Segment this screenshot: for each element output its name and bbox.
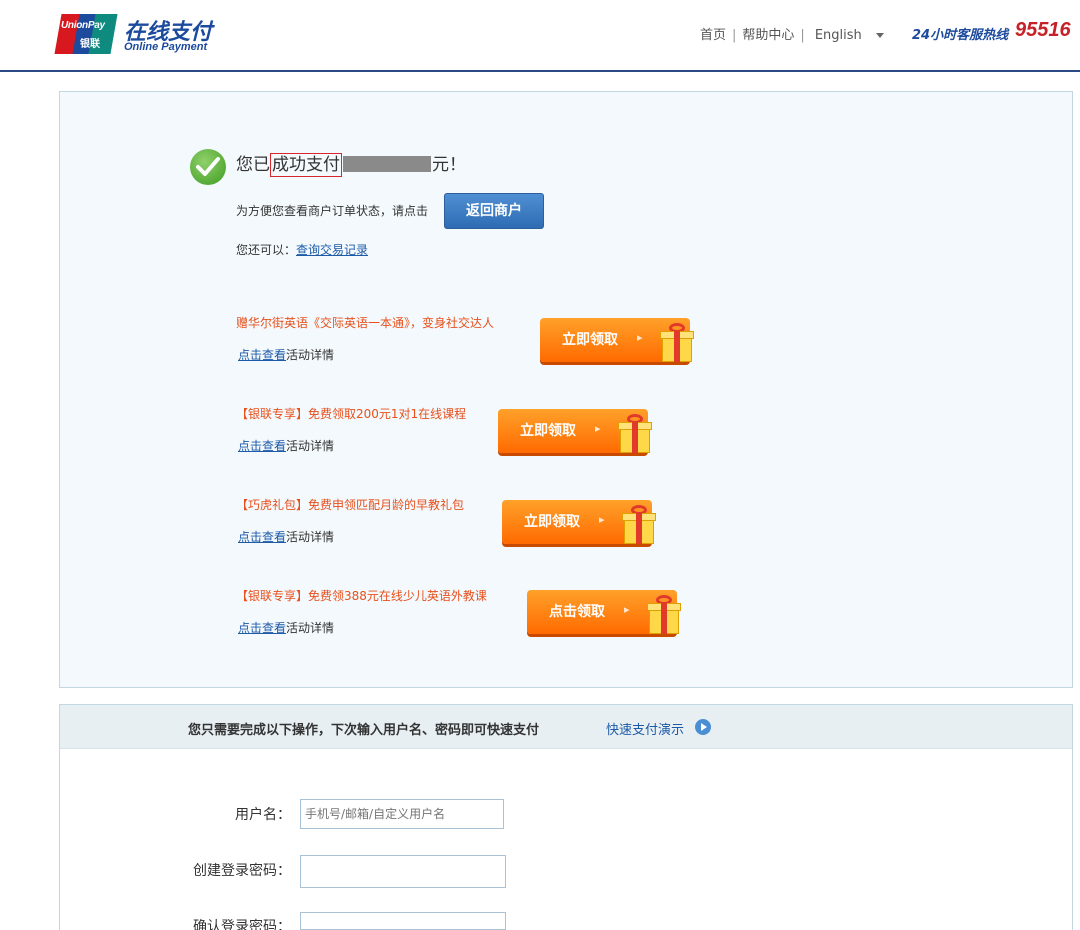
- promo-detail-text: 活动详情: [286, 530, 335, 544]
- redacted-amount: [343, 156, 431, 172]
- promo-claim-label: 立即领取: [520, 423, 576, 439]
- logo-en-text: UnionPay: [61, 20, 105, 31]
- promo-claim-label: 点击领取: [549, 604, 605, 620]
- language-selector[interactable]: English: [815, 28, 884, 43]
- promo-claim-button[interactable]: 立即领取 ▸: [540, 318, 694, 362]
- success-check-icon: [190, 149, 226, 185]
- promo-view-link[interactable]: 点击查看: [238, 530, 286, 544]
- hotline-label: 24小时客服热线: [912, 28, 1009, 43]
- site-header: UnionPay 银联 在线支付 Online Payment 首页 | 帮助中心 |…: [0, 0, 1080, 72]
- promo-claim-button[interactable]: 立即领取 ▸: [502, 500, 656, 544]
- arrow-right-icon: ▸: [599, 513, 605, 526]
- promo-title: 【银联专享】免费领取200元1对1在线课程: [236, 407, 467, 421]
- promo-detail: 点击查看活动详情: [238, 619, 334, 636]
- promo-view-link[interactable]: 点击查看: [238, 621, 286, 635]
- username-input[interactable]: [300, 799, 504, 829]
- promo-detail: 点击查看活动详情: [238, 437, 334, 454]
- promo-detail-text: 活动详情: [286, 439, 335, 453]
- promo-detail-text: 活动详情: [286, 621, 335, 635]
- nav-separator: |: [800, 28, 805, 43]
- success-prefix: 您已: [236, 155, 270, 175]
- play-icon[interactable]: [695, 719, 711, 735]
- return-hint: 为方便您查看商户订单状态，请点击: [236, 204, 429, 218]
- quickpay-header: 您只需要完成以下操作，下次输入用户名、密码即可快速支付 快速支付演示: [60, 705, 1072, 749]
- nav-separator: |: [732, 28, 737, 43]
- also-actions: 您还可以：查询交易记录: [236, 241, 368, 258]
- payment-success-message: 您已 成功支付 元！: [236, 150, 466, 177]
- top-nav: 首页 | 帮助中心 | English: [700, 24, 884, 43]
- site-subtitle: Online Payment: [124, 41, 208, 53]
- promo-title: 【巧虎礼包】免费申领匹配月龄的早教礼包: [236, 498, 465, 512]
- promo-title: 赠华尔街英语《交际英语一本通》，变身社交达人: [236, 316, 495, 330]
- return-to-merchant-button[interactable]: 返回商户: [444, 193, 544, 229]
- gift-icon: [647, 594, 681, 634]
- promo-claim-button[interactable]: 点击领取 ▸: [527, 590, 681, 634]
- create-password-input[interactable]: [300, 855, 506, 888]
- promo-detail-text: 活动详情: [286, 348, 335, 362]
- language-label: English: [814, 28, 862, 43]
- success-highlight: 成功支付: [270, 153, 342, 177]
- nav-home-link[interactable]: 首页: [700, 24, 726, 43]
- arrow-right-icon: ▸: [624, 603, 630, 616]
- gift-icon: [660, 322, 694, 362]
- promo-view-link[interactable]: 点击查看: [238, 439, 286, 453]
- unionpay-logo[interactable]: UnionPay 银联: [54, 14, 118, 54]
- also-label: 您还可以：: [236, 243, 297, 257]
- logo-cn-text: 银联: [80, 39, 100, 50]
- gift-icon: [622, 504, 656, 544]
- hotline-number: 95516: [1015, 19, 1071, 41]
- success-suffix: 元！: [432, 155, 466, 175]
- confirm-password-input[interactable]: [300, 912, 506, 930]
- chevron-down-icon: [875, 33, 884, 38]
- create-password-label: 创建登录密码：: [193, 863, 291, 879]
- promo-detail: 点击查看活动详情: [238, 346, 334, 363]
- promo-detail: 点击查看活动详情: [238, 528, 334, 545]
- quickpay-demo-link[interactable]: 快速支付演示: [606, 719, 684, 738]
- confirm-password-label: 确认登录密码：: [193, 919, 291, 930]
- arrow-right-icon: ▸: [637, 331, 643, 344]
- arrow-right-icon: ▸: [595, 422, 601, 435]
- transaction-history-link[interactable]: 查询交易记录: [296, 243, 368, 257]
- promo-claim-button[interactable]: 立即领取 ▸: [498, 409, 652, 453]
- promo-title: 【银联专享】免费领388元在线少儿英语外教课: [236, 589, 487, 603]
- promo-claim-label: 立即领取: [524, 514, 580, 530]
- gift-icon: [618, 413, 652, 453]
- quickpay-title: 您只需要完成以下操作，下次输入用户名、密码即可快速支付: [188, 723, 540, 738]
- promo-claim-label: 立即领取: [562, 332, 618, 348]
- username-label: 用户名：: [235, 807, 291, 823]
- promo-view-link[interactable]: 点击查看: [238, 348, 286, 362]
- nav-help-link[interactable]: 帮助中心: [742, 24, 794, 43]
